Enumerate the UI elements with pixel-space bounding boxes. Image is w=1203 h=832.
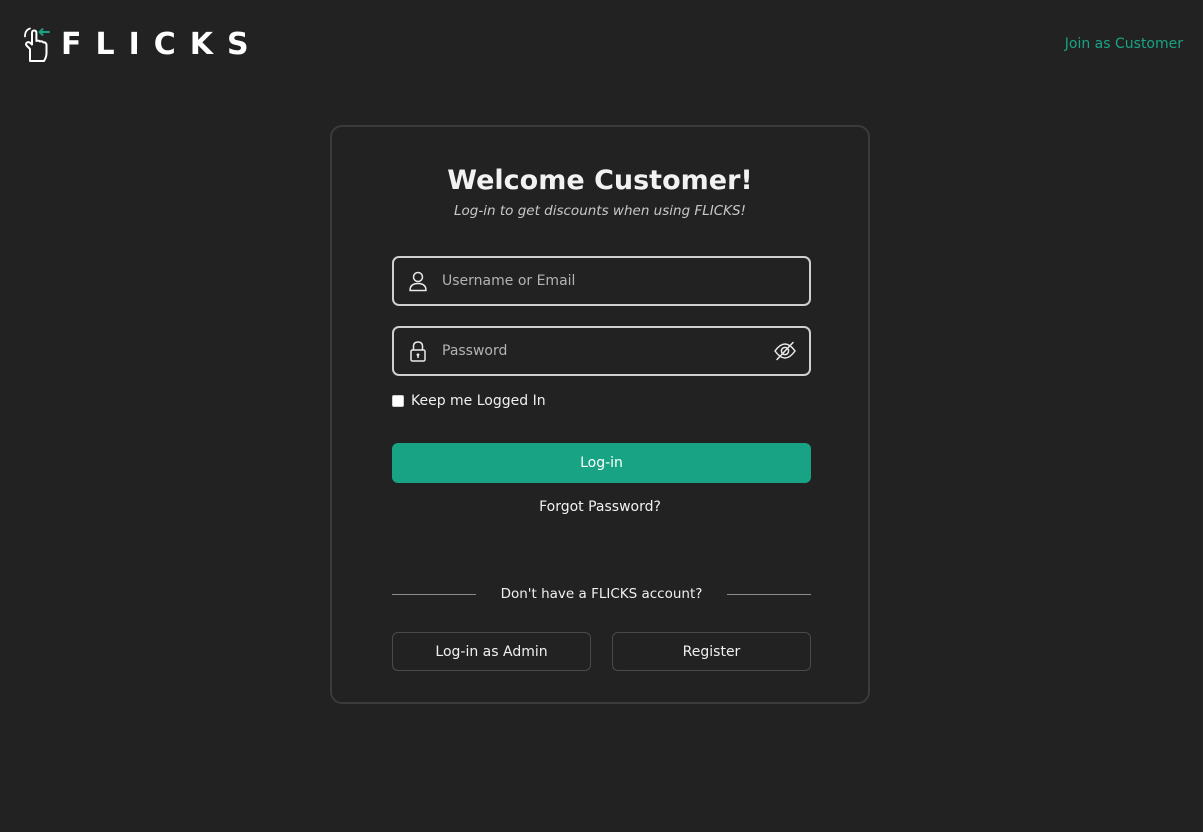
forgot-password-link[interactable]: Forgot Password? (332, 499, 868, 515)
register-button[interactable]: Register (612, 632, 811, 671)
username-field[interactable] (392, 256, 811, 306)
eye-slash-icon[interactable] (773, 339, 797, 363)
username-input[interactable] (442, 273, 809, 289)
divider-line-left (392, 593, 476, 595)
logo-text: FLICKS (61, 27, 263, 62)
page-subtitle: Log-in to get discounts when using FLICK… (454, 203, 746, 219)
tap-hand-icon (24, 27, 50, 62)
login-card: Welcome Customer! Log-in to get discount… (330, 125, 870, 704)
join-as-customer-link[interactable]: Join as Customer (1065, 36, 1183, 52)
keep-logged-in-checkbox[interactable] (392, 395, 404, 407)
top-bar: FLICKS Join as Customer (0, 0, 1203, 90)
login-as-admin-button[interactable]: Log-in as Admin (392, 632, 591, 671)
keep-logged-in-row[interactable]: Keep me Logged In (392, 391, 546, 411)
password-input[interactable] (442, 343, 773, 359)
divider-text: Don't have a FLICKS account? (500, 586, 703, 602)
lock-icon (410, 341, 426, 362)
keep-logged-in-label[interactable]: Keep me Logged In (411, 393, 546, 409)
page-title: Welcome Customer! (447, 165, 753, 196)
user-icon (409, 271, 427, 292)
password-field[interactable] (392, 326, 811, 376)
divider: Don't have a FLICKS account? (392, 583, 811, 605)
login-button[interactable]: Log-in (392, 443, 811, 483)
divider-line-right (727, 593, 811, 595)
flicks-logo[interactable]: FLICKS (21, 27, 263, 63)
